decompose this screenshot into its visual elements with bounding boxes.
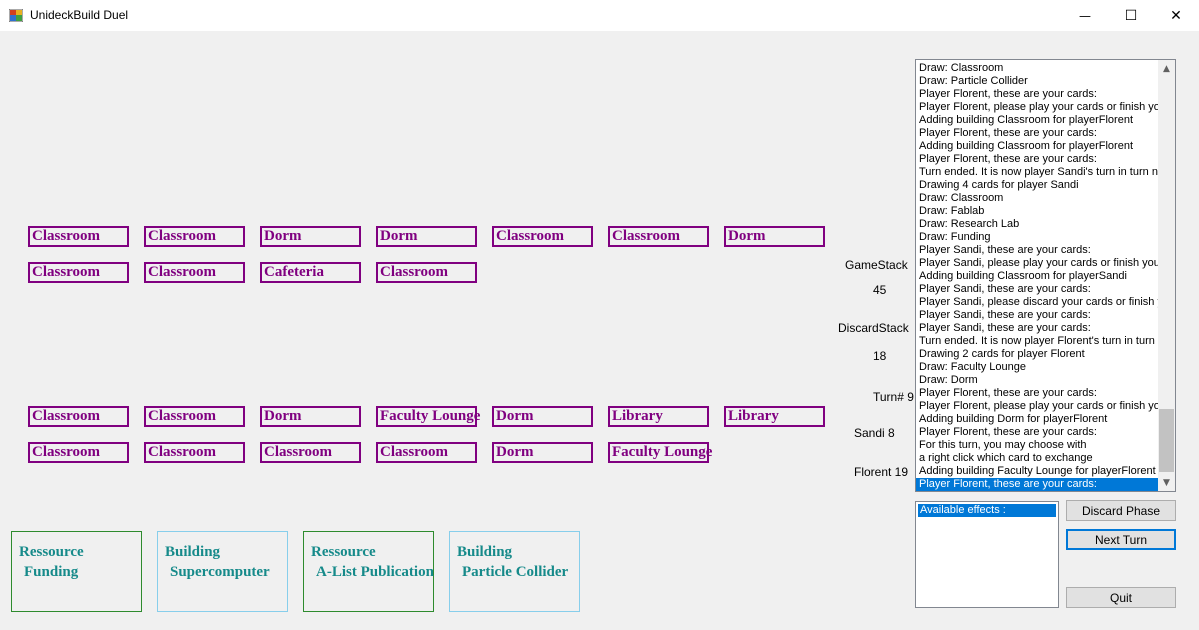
app-icon — [9, 9, 23, 22]
log-line[interactable]: Player Sandi, these are your cards: — [916, 283, 1158, 296]
effects-list-item[interactable]: Available effects : — [918, 504, 1056, 517]
game-log-list: Draw: Classroom Draw: Particle Collider Pl… — [916, 62, 1158, 491]
log-line[interactable]: Adding building Classroom for playerFlor… — [916, 140, 1158, 153]
scroll-down-icon[interactable]: ▼ — [1158, 474, 1175, 491]
game-log[interactable]: Draw: Classroom Draw: Particle Collider Pl… — [915, 59, 1176, 492]
board-card[interactable]: Classroom — [144, 262, 245, 283]
hand-card[interactable]: Ressource Funding — [11, 531, 142, 612]
maximize-button[interactable]: ☐ — [1108, 0, 1154, 31]
log-line[interactable]: Player Sandi, these are your cards: — [916, 322, 1158, 335]
board-card[interactable]: Classroom — [492, 226, 593, 247]
board-card[interactable]: Library — [608, 406, 709, 427]
board-card[interactable]: Classroom — [28, 262, 129, 283]
hand-card-kind: Ressource — [311, 544, 376, 560]
board-card[interactable]: Classroom — [608, 226, 709, 247]
player2-score: Florent 19 — [854, 465, 909, 479]
log-line[interactable]: Adding building Classroom for playerSand… — [916, 270, 1158, 283]
log-line[interactable]: Player Florent, these are your cards: — [916, 153, 1158, 166]
log-line[interactable]: Player Florent, these are your cards: — [916, 478, 1158, 491]
discard-phase-button[interactable]: Discard Phase — [1066, 500, 1176, 521]
discardstack-count: 18 — [873, 349, 887, 363]
board-card[interactable]: Classroom — [28, 442, 129, 463]
board-card[interactable]: Dorm — [260, 226, 361, 247]
log-line[interactable]: Draw: Research Lab — [916, 218, 1158, 231]
log-line[interactable]: Draw: Classroom — [916, 192, 1158, 205]
board-card[interactable]: Dorm — [492, 406, 593, 427]
hand-card-name: A-List Publication — [316, 564, 434, 580]
log-line[interactable]: Adding building Dorm for playerFlorent — [916, 413, 1158, 426]
board-card[interactable]: Classroom — [144, 406, 245, 427]
log-line[interactable]: Player Florent, please play your cards o… — [916, 400, 1158, 413]
minimize-button[interactable]: — — [1062, 0, 1108, 31]
board-card[interactable]: Classroom — [144, 442, 245, 463]
hand-card-kind: Building — [165, 544, 221, 560]
board-card[interactable]: Faculty Lounge — [376, 406, 480, 427]
log-line[interactable]: For this turn, you may choose with — [916, 439, 1158, 452]
title-bar: UnideckBuild Duel — ☐ ✕ — [0, 0, 1199, 31]
hand-card[interactable]: Ressource A-List Publication — [303, 531, 434, 612]
log-scrollbar[interactable]: ▲ ▼ — [1158, 60, 1175, 491]
hand-card[interactable]: Building Supercomputer — [157, 531, 288, 612]
player1-score: Sandi 8 — [854, 426, 895, 440]
board-card[interactable]: Dorm — [376, 226, 477, 247]
board-card[interactable]: Dorm — [724, 226, 825, 247]
log-line[interactable]: Draw: Particle Collider — [916, 75, 1158, 88]
hand-card-kind: Building — [457, 544, 513, 560]
log-line[interactable]: Adding building Classroom for playerFlor… — [916, 114, 1158, 127]
log-line[interactable]: Player Sandi, please play your cards or … — [916, 257, 1158, 270]
hand-card-name: Funding — [24, 564, 79, 580]
board-card[interactable]: Library — [724, 406, 825, 427]
board-card[interactable]: Dorm — [260, 406, 361, 427]
log-line[interactable]: Drawing 4 cards for player Sandi — [916, 179, 1158, 192]
window-title: UnideckBuild Duel — [30, 8, 129, 22]
maximize-icon: ☐ — [1124, 7, 1138, 24]
log-line[interactable]: Player Florent, these are your cards: — [916, 387, 1158, 400]
board-card[interactable]: Faculty Lounge — [608, 442, 712, 463]
log-line[interactable]: Player Florent, please play your cards o… — [916, 101, 1158, 114]
log-line[interactable]: Player Florent, these are your cards: — [916, 426, 1158, 439]
log-line[interactable]: Turn ended. It is now player Sandi's tur… — [916, 166, 1158, 179]
scroll-up-icon[interactable]: ▲ — [1158, 60, 1175, 77]
log-line[interactable]: Player Sandi, please discard your cards … — [916, 296, 1158, 309]
log-line[interactable]: Draw: Dorm — [916, 374, 1158, 387]
log-line[interactable]: Player Florent, these are your cards: — [916, 127, 1158, 140]
log-line[interactable]: Draw: Faculty Lounge — [916, 361, 1158, 374]
next-turn-button[interactable]: Next Turn — [1066, 529, 1176, 550]
effects-list[interactable]: Available effects : — [915, 501, 1059, 608]
log-line[interactable]: Draw: Funding — [916, 231, 1158, 244]
close-icon: ✕ — [1170, 7, 1182, 24]
close-button[interactable]: ✕ — [1153, 0, 1199, 31]
board-card[interactable]: Classroom — [28, 226, 129, 247]
log-line[interactable]: Drawing 2 cards for player Florent — [916, 348, 1158, 361]
log-line[interactable]: Adding building Faculty Lounge for playe… — [916, 465, 1158, 478]
log-line[interactable]: Draw: Fablab — [916, 205, 1158, 218]
board-card[interactable]: Classroom — [28, 406, 129, 427]
gamestack-label: GameStack — [845, 258, 908, 272]
log-line[interactable]: Player Sandi, these are your cards: — [916, 309, 1158, 322]
log-line[interactable]: Player Sandi, these are your cards: — [916, 244, 1158, 257]
gamestack-count: 45 — [873, 283, 887, 297]
hand-card[interactable]: Building Particle Collider — [449, 531, 580, 612]
board-card[interactable]: Classroom — [376, 262, 477, 283]
scroll-thumb[interactable] — [1159, 409, 1174, 472]
log-line[interactable]: Player Florent, these are your cards: — [916, 88, 1158, 101]
quit-button[interactable]: Quit — [1066, 587, 1176, 608]
hand-card-name: Supercomputer — [170, 564, 270, 580]
log-line[interactable]: Draw: Classroom — [916, 62, 1158, 75]
board-card[interactable]: Classroom — [376, 442, 477, 463]
board-card[interactable]: Cafeteria — [260, 262, 361, 283]
log-line[interactable]: Turn ended. It is now player Florent's t… — [916, 335, 1158, 348]
minimize-icon: — — [1079, 8, 1091, 23]
hand-card-name: Particle Collider — [462, 564, 569, 580]
turn-number: Turn# 9 — [873, 390, 914, 404]
log-line[interactable]: a right click which card to exchange — [916, 452, 1158, 465]
board-card[interactable]: Classroom — [144, 226, 245, 247]
discardstack-label: DiscardStack — [838, 321, 909, 335]
hand-card-kind: Ressource — [19, 544, 84, 560]
board-card[interactable]: Classroom — [260, 442, 361, 463]
board-card[interactable]: Dorm — [492, 442, 593, 463]
